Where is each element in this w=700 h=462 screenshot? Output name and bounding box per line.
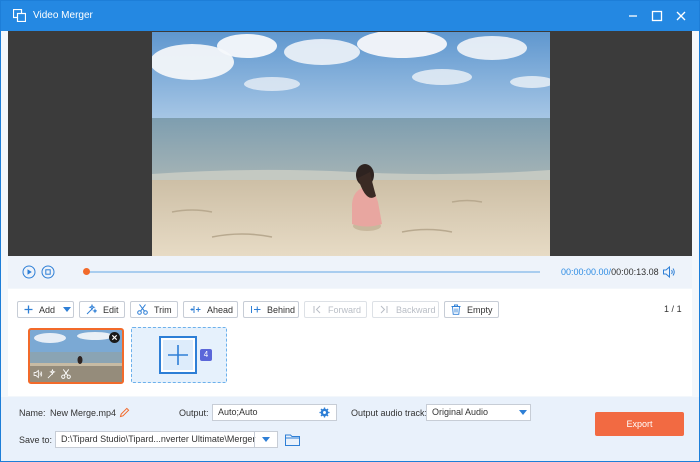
chevron-down-icon <box>519 410 527 415</box>
audio-track-value: Original Audio <box>432 407 489 417</box>
stop-icon[interactable] <box>41 265 55 279</box>
page-indicator: 1 / 1 <box>664 304 682 314</box>
dropdown-divider <box>254 431 255 448</box>
plus-icon <box>24 305 33 314</box>
forward-button[interactable]: Forward <box>304 301 367 318</box>
add-clip-slot[interactable]: 4 <box>131 327 227 383</box>
progress-handle[interactable] <box>83 268 90 275</box>
folder-icon[interactable] <box>285 433 300 446</box>
chevron-down-icon[interactable] <box>262 437 270 442</box>
video-merger-window: Video Merger 00:00:00.00/00:00:13.08 Add… <box>0 0 700 462</box>
page-current: 1 <box>664 304 670 314</box>
backward-label: Backward <box>396 304 436 315</box>
current-time: 00:00:00.00 <box>561 267 609 277</box>
scissors-icon <box>137 304 148 315</box>
name-label: Name: <box>19 408 46 418</box>
magic-wand-icon <box>86 304 97 315</box>
time-display: 00:00:00.00/00:00:13.08 <box>561 267 659 277</box>
maximize-icon[interactable] <box>650 9 664 23</box>
clip-actions <box>33 369 71 379</box>
trim-button[interactable]: Trim <box>130 301 178 318</box>
title-bar: Video Merger <box>1 1 699 31</box>
ahead-label: Ahead <box>207 304 234 315</box>
behind-button[interactable]: Behind <box>243 301 299 318</box>
add-button[interactable]: Add <box>17 301 74 318</box>
remove-clip-icon[interactable] <box>109 332 120 343</box>
output-settings-bar: Name: New Merge.mp4 Output: Auto;Auto Ou… <box>1 397 699 461</box>
duration: 00:00:13.08 <box>611 267 659 277</box>
window-title: Video Merger <box>33 10 93 21</box>
close-icon[interactable] <box>674 9 688 23</box>
plus-icon <box>168 345 188 365</box>
clip-edit-icon[interactable] <box>47 369 57 379</box>
edit-label: Edit <box>103 304 119 315</box>
forward-icon <box>313 305 321 314</box>
save-path-field[interactable]: D:\Tipard Studio\Tipard...nverter Ultima… <box>55 431 278 448</box>
save-path-value: D:\Tipard Studio\Tipard...nverter Ultima… <box>61 434 256 444</box>
pencil-icon[interactable] <box>119 407 130 418</box>
trash-icon <box>451 304 461 315</box>
file-name-value: New Merge.mp4 <box>50 408 117 418</box>
page-total: 1 <box>676 304 682 314</box>
video-frame <box>152 32 550 256</box>
save-to-label: Save to: <box>19 435 53 445</box>
add-clip-box[interactable] <box>159 336 197 374</box>
output-format-value: Auto;Auto <box>218 407 258 417</box>
chevron-down-icon <box>63 307 72 312</box>
app-icon <box>13 9 26 22</box>
backward-button[interactable]: Backward <box>372 301 439 318</box>
minimize-icon[interactable] <box>626 9 640 23</box>
audio-track-select[interactable]: Original Audio <box>426 404 531 421</box>
empty-button[interactable]: Empty <box>444 301 499 318</box>
video-preview-area <box>8 31 692 256</box>
clip-trim-icon[interactable] <box>61 369 71 379</box>
clip-editor-panel: Add Edit Trim Ahead Behind Forward Backw… <box>8 289 692 396</box>
edit-button[interactable]: Edit <box>79 301 125 318</box>
export-button[interactable]: Export <box>595 412 684 436</box>
progress-bar[interactable] <box>84 271 540 273</box>
gear-icon[interactable] <box>319 407 330 418</box>
step-badge: 4 <box>200 349 212 361</box>
insert-ahead-icon <box>190 306 201 313</box>
play-icon[interactable] <box>22 265 36 279</box>
ahead-button[interactable]: Ahead <box>183 301 238 318</box>
behind-label: Behind <box>267 304 296 315</box>
trim-label: Trim <box>154 304 172 315</box>
audio-track-label: Output audio track: <box>351 408 428 418</box>
volume-icon[interactable] <box>662 265 676 279</box>
add-label: Add <box>39 304 56 315</box>
backward-icon <box>380 305 388 314</box>
output-label: Output: <box>179 408 209 418</box>
video-clip-1[interactable] <box>28 328 124 384</box>
empty-label: Empty <box>467 304 493 315</box>
page-separator: / <box>671 304 675 314</box>
player-controls: 00:00:00.00/00:00:13.08 <box>8 256 692 288</box>
insert-behind-icon <box>251 306 261 313</box>
clip-volume-icon[interactable] <box>33 369 43 379</box>
forward-label: Forward <box>328 304 362 315</box>
